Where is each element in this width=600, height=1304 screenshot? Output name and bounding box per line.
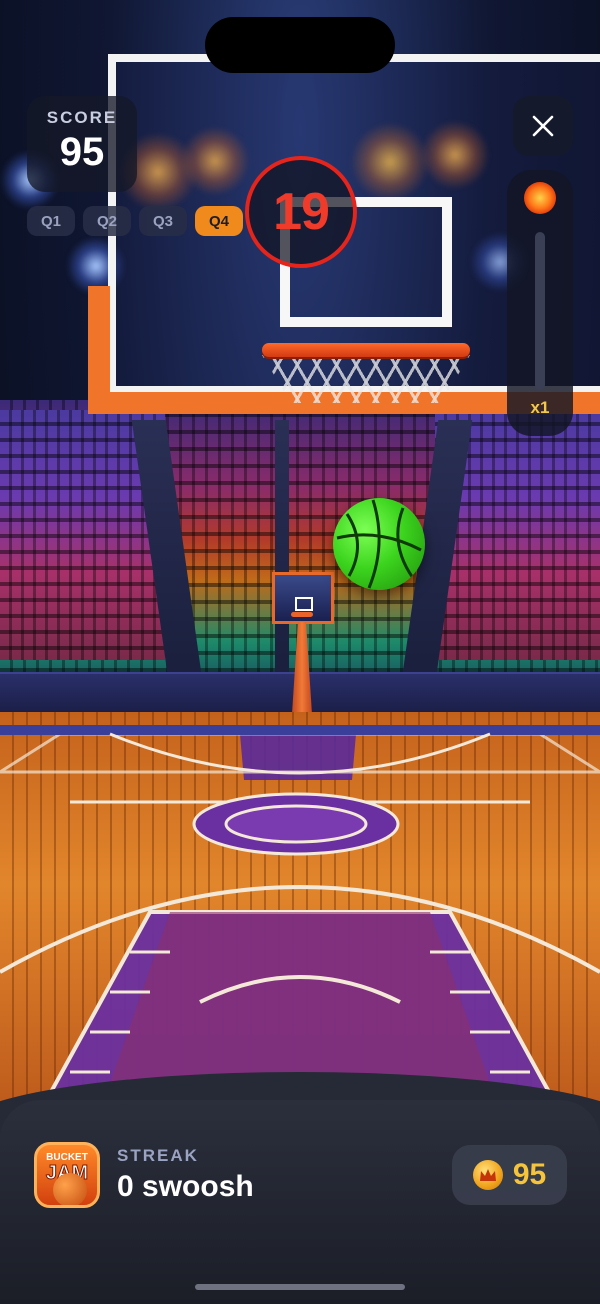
hoop-rim <box>262 343 470 357</box>
coin-value: 95 <box>512 1158 547 1191</box>
stand-aisle <box>275 420 289 680</box>
score-card: SCORE 95 <box>27 96 137 192</box>
score-value: 95 <box>59 130 105 174</box>
quarter-q4: Q4 <box>195 206 243 236</box>
app-logo-ball <box>53 1173 87 1205</box>
distant-target-box <box>295 597 313 611</box>
streak-value: 0 swoosh <box>117 1170 254 1203</box>
shot-clock-value: 19 <box>273 183 330 241</box>
score-label: SCORE <box>46 108 118 127</box>
coin-balance[interactable]: 95 <box>452 1145 567 1205</box>
fire-meter-track <box>535 232 545 390</box>
fireball-icon <box>524 182 556 214</box>
basketball-seams <box>336 499 422 589</box>
score-multiplier: x1 <box>530 398 550 417</box>
device-notch <box>205 17 395 73</box>
quarter-indicator: Q1 Q2 Q3 Q4 <box>27 206 243 236</box>
quarter-q3: Q3 <box>139 206 187 236</box>
coin-icon <box>472 1160 503 1190</box>
app-logo: BUCKET JAM <box>34 1142 100 1208</box>
close-icon <box>532 115 554 137</box>
quarter-q2: Q2 <box>83 206 131 236</box>
home-indicator[interactable] <box>195 1284 405 1290</box>
fire-meter: x1 <box>507 170 573 436</box>
streak-label: STREAK <box>117 1146 199 1165</box>
hoop-net <box>262 355 470 403</box>
quarter-q1: Q1 <box>27 206 75 236</box>
close-button[interactable] <box>513 96 573 156</box>
distant-rim <box>291 612 313 617</box>
crown-icon <box>479 1169 496 1181</box>
shot-clock: 19 <box>245 156 357 268</box>
basketball[interactable] <box>333 498 425 590</box>
